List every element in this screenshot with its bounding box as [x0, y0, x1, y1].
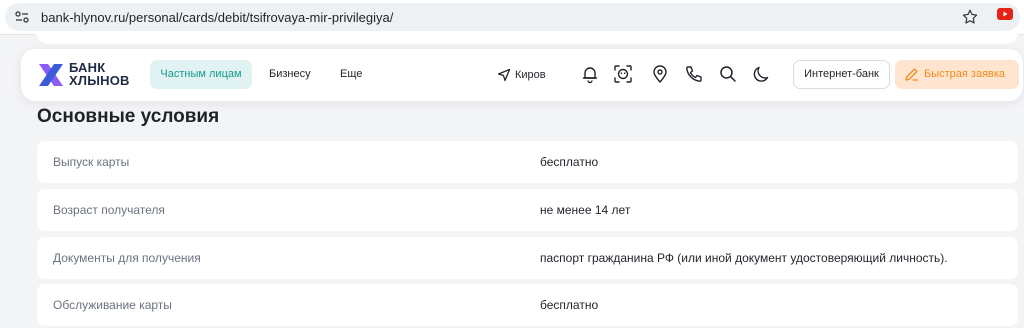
logo-line-2: ХЛЫНОВ: [69, 73, 130, 88]
page-content: БАНК ХЛЫНОВ Частным лицам Бизнесу Еще Ки…: [0, 32, 1024, 328]
condition-value: бесплатно: [540, 155, 599, 169]
condition-label: Документы для получения: [53, 251, 201, 265]
card-edge: [36, 32, 1018, 44]
condition-value: бесплатно: [540, 298, 599, 312]
quick-request-label: Быстрая заявка: [924, 68, 1006, 80]
bell-icon[interactable]: [580, 64, 600, 84]
site-info-icon[interactable]: [14, 9, 30, 25]
nav-business[interactable]: Бизнесу: [269, 60, 311, 89]
condition-row: Возраст получателя не менее 14 лет: [37, 189, 1018, 231]
browser-toolbar: bank-hlynov.ru/personal/cards/debit/tsif…: [0, 0, 1024, 35]
quick-request-button[interactable]: Быстрая заявка: [895, 60, 1019, 89]
city-name: Киров: [515, 69, 546, 81]
phone-icon[interactable]: [684, 64, 704, 84]
nav-more[interactable]: Еще: [340, 60, 362, 89]
internet-bank-button[interactable]: Интернет-банк: [793, 60, 890, 89]
face-scan-icon[interactable]: [613, 64, 633, 84]
youtube-extension-icon[interactable]: [997, 7, 1013, 21]
condition-value: не менее 14 лет: [540, 203, 631, 217]
condition-row: Обслуживание карты бесплатно: [37, 284, 1018, 326]
address-bar[interactable]: bank-hlynov.ru/personal/cards/debit/tsif…: [5, 3, 1020, 31]
url-text[interactable]: bank-hlynov.ru/personal/cards/debit/tsif…: [41, 10, 393, 25]
bank-logo-text[interactable]: БАНК ХЛЫНОВ: [69, 61, 130, 87]
navigation-arrow-icon: [497, 68, 511, 82]
condition-value: паспорт гражданина РФ (или иной документ…: [540, 251, 948, 265]
condition-label: Возраст получателя: [53, 203, 165, 217]
location-pin-icon[interactable]: [650, 64, 670, 84]
site-header: БАНК ХЛЫНОВ Частным лицам Бизнесу Еще Ки…: [21, 49, 1023, 101]
section-title: Основные условия: [37, 106, 220, 127]
nav-private-clients[interactable]: Частным лицам: [150, 60, 252, 89]
condition-label: Выпуск карты: [53, 155, 130, 169]
moon-icon[interactable]: [752, 64, 772, 84]
search-icon[interactable]: [718, 64, 738, 84]
bank-logo-icon[interactable]: [37, 62, 65, 88]
pencil-icon: [905, 68, 919, 81]
condition-row: Выпуск карты бесплатно: [37, 141, 1018, 183]
condition-label: Обслуживание карты: [53, 298, 172, 312]
condition-row: Документы для получения паспорт граждани…: [37, 237, 1018, 279]
bookmark-star-icon[interactable]: [961, 8, 979, 26]
